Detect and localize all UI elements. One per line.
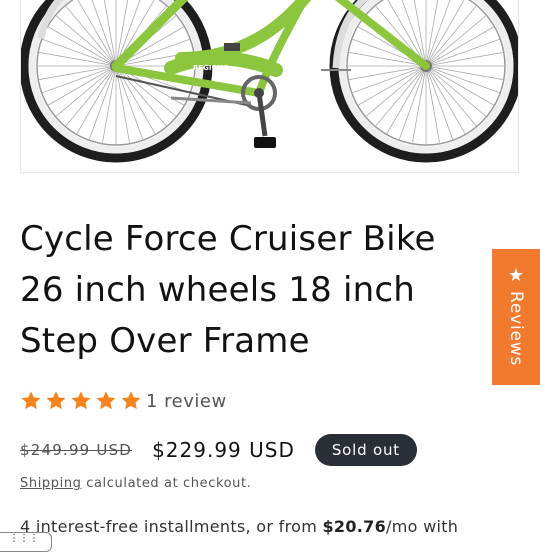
sale-price: $229.99 USD (152, 438, 295, 462)
installments-amount: $20.76 (322, 517, 387, 536)
reviews-side-tab[interactable]: ★ Reviews (492, 249, 540, 385)
compare-at-price: $249.99 USD (20, 441, 133, 459)
corner-widget[interactable]: ⋮⋮⋮ (0, 532, 52, 552)
wheel-spoke (91, 0, 117, 67)
installments-suffix: /mo with (386, 517, 459, 536)
star-icon (21, 391, 41, 410)
star-icon (71, 391, 91, 410)
star-icon (46, 391, 66, 410)
installments-note: 4 interest-free installments, or from $2… (20, 517, 458, 536)
review-count-link[interactable]: 1 review (146, 391, 227, 412)
shipping-note: Shipping calculated at checkout. (20, 476, 251, 491)
grid-icon: ⋮⋮⋮ (9, 533, 39, 544)
bicycle-frame (111, 0, 430, 97)
product-title: Cycle Force Cruiser Bike 26 inch wheels … (20, 219, 436, 361)
frame-logo: REGIONS (193, 64, 228, 72)
price-row: $249.99 USD $229.99 USD Sold out (20, 433, 417, 467)
front-wheel (329, 0, 518, 163)
sold-out-badge: Sold out (314, 434, 417, 466)
reviews-tab-label: Reviews (506, 291, 526, 367)
shipping-link[interactable]: Shipping (20, 476, 82, 491)
star-icon (121, 391, 141, 410)
rating-stars (20, 390, 142, 412)
wheel-spoke (425, 0, 451, 67)
shipping-suffix: calculated at checkout. (81, 476, 252, 491)
star-icon: ★ (507, 265, 525, 287)
star-icon (96, 391, 116, 410)
product-rating[interactable]: 1 review (20, 386, 227, 416)
product-image[interactable]: REGIONS (20, 0, 519, 173)
bicycle-illustration: REGIONS (21, 0, 518, 163)
installments-prefix: 4 interest-free installments, or from (20, 517, 323, 536)
